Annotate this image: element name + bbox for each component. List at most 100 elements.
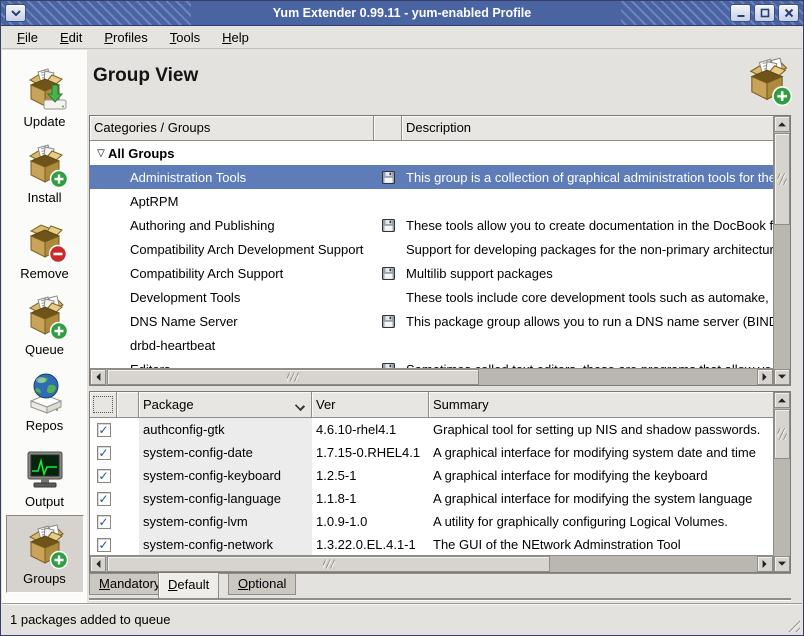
sidebar-item-remove[interactable]: Remove xyxy=(6,211,84,287)
package-checkbox[interactable]: ✓ xyxy=(97,492,111,506)
menu-bar: File Edit Profiles Tools Help xyxy=(2,27,802,49)
close-icon xyxy=(784,9,793,18)
sidebar-label: Groups xyxy=(23,571,66,586)
maximize-icon xyxy=(760,9,769,18)
column-header-summary[interactable]: Summary xyxy=(429,392,773,418)
group-row[interactable]: Authoring and Publishing These tools all… xyxy=(90,213,773,237)
package-row[interactable]: ✓ system-config-keyboard 1.2.5-1 A graph… xyxy=(90,464,773,487)
scroll-down-button[interactable] xyxy=(774,369,790,385)
page-title: Group View xyxy=(93,65,198,87)
sidebar-item-groups[interactable]: Groups xyxy=(6,515,84,593)
install-icon xyxy=(21,141,69,189)
group-tree-vscrollbar[interactable] xyxy=(773,116,790,385)
column-header-select-all[interactable] xyxy=(90,392,117,418)
sidebar-item-output[interactable]: Output xyxy=(6,439,84,515)
window-menu-button[interactable] xyxy=(5,4,26,22)
group-view-icon xyxy=(741,55,793,107)
package-checkbox[interactable]: ✓ xyxy=(97,538,111,552)
package-table-hscrollbar[interactable] xyxy=(90,555,773,572)
package-row[interactable]: ✓ system-config-network 1.3.22.0.EL.4.1-… xyxy=(90,533,773,555)
tab-default[interactable]: Default xyxy=(158,573,219,599)
column-header-ver[interactable]: Ver xyxy=(312,392,429,418)
group-row[interactable]: DNS Name Server This package group allow… xyxy=(90,309,773,333)
menu-help[interactable]: Help xyxy=(219,28,252,47)
package-row[interactable]: ✓ authconfig-gtk 4.6.10-rhel4.1 Graphica… xyxy=(90,418,773,441)
groups-icon xyxy=(21,522,69,570)
expander-open-icon[interactable]: ▽ xyxy=(94,148,108,159)
group-row-selected[interactable]: Administration Tools This group is a col… xyxy=(90,165,773,189)
close-button[interactable] xyxy=(778,4,799,22)
package-checkbox[interactable]: ✓ xyxy=(97,515,111,529)
sidebar-label: Install xyxy=(28,190,62,205)
column-header-status[interactable] xyxy=(117,392,139,418)
maximize-button[interactable] xyxy=(754,4,775,22)
package-table-viewport: ✓ authconfig-gtk 4.6.10-rhel4.1 Graphica… xyxy=(90,418,773,555)
package-row[interactable]: ✓ system-config-language 1.1.8-1 A graph… xyxy=(90,487,773,510)
package-checkbox[interactable]: ✓ xyxy=(97,423,111,437)
floppy-icon xyxy=(382,315,395,328)
group-tree-hscrollbar[interactable] xyxy=(90,368,773,385)
scroll-up-button[interactable] xyxy=(774,116,790,132)
scroll-left-button[interactable] xyxy=(90,369,106,385)
remove-icon xyxy=(21,217,69,265)
group-tree-header: Categories / Groups Description xyxy=(90,116,773,141)
group-row-all-groups[interactable]: ▽All Groups xyxy=(90,141,773,165)
repos-icon xyxy=(21,369,69,417)
package-row[interactable]: ✓ system-config-lvm 1.0.9-1.0 A utility … xyxy=(90,510,773,533)
scroll-right-button[interactable] xyxy=(757,369,773,385)
hscroll-thumb[interactable] xyxy=(107,556,550,572)
floppy-icon xyxy=(382,171,395,184)
group-tree-viewport: ▽All Groups Administration Tools This gr… xyxy=(90,141,773,368)
menu-edit[interactable]: Edit xyxy=(57,28,85,47)
column-header-categories[interactable]: Categories / Groups xyxy=(90,116,374,141)
sort-descending-icon xyxy=(296,401,304,409)
vscroll-thumb[interactable] xyxy=(774,133,790,225)
scroll-up-button[interactable] xyxy=(774,392,790,408)
sidebar: Update Install Remove xyxy=(2,50,87,605)
update-icon xyxy=(21,65,69,113)
tab-optional[interactable]: Optional xyxy=(228,574,296,595)
group-row[interactable]: AptRPM xyxy=(90,189,773,213)
sidebar-label: Update xyxy=(24,114,66,129)
menu-file[interactable]: File xyxy=(14,28,41,47)
column-header-description[interactable]: Description xyxy=(402,116,773,141)
main-content: Group View Categories / Groups Descripti… xyxy=(87,49,802,603)
sidebar-item-repos[interactable]: Repos xyxy=(6,363,84,439)
minimize-button[interactable] xyxy=(730,4,751,22)
resize-grip[interactable] xyxy=(785,617,800,632)
queue-icon xyxy=(21,293,69,341)
minimize-icon xyxy=(736,9,745,18)
vscroll-thumb[interactable] xyxy=(774,409,790,459)
group-tree: Categories / Groups Description ▽All Gro… xyxy=(89,115,791,386)
package-checkbox[interactable]: ✓ xyxy=(97,469,111,483)
chevron-down-icon xyxy=(11,10,21,16)
group-row[interactable]: drbd-heartbeat xyxy=(90,333,773,357)
sidebar-label: Remove xyxy=(20,266,68,281)
menu-tools[interactable]: Tools xyxy=(167,28,203,47)
sidebar-item-queue[interactable]: Queue xyxy=(6,287,84,363)
package-table-vscrollbar[interactable] xyxy=(773,392,790,572)
scroll-left-button[interactable] xyxy=(90,556,106,572)
column-header-icon[interactable] xyxy=(374,116,402,141)
package-table: Package Ver Summary ✓ authconfig-gtk 4.6… xyxy=(89,391,791,573)
column-header-package[interactable]: Package xyxy=(139,392,312,418)
status-text: 1 packages added to queue xyxy=(10,612,170,627)
group-row[interactable]: Compatibility Arch Support Multilib supp… xyxy=(90,261,773,285)
package-row[interactable]: ✓ system-config-date 1.7.15-0.RHEL4.1 A … xyxy=(90,441,773,464)
group-row[interactable]: Editors Sometimes called text editors, t… xyxy=(90,357,773,368)
sidebar-item-install[interactable]: Install xyxy=(6,135,84,211)
sidebar-item-update[interactable]: Update xyxy=(6,59,84,135)
floppy-icon xyxy=(382,219,395,232)
group-row[interactable]: Compatibility Arch Development Support S… xyxy=(90,237,773,261)
group-row[interactable]: Development Tools These tools include co… xyxy=(90,285,773,309)
scroll-right-button[interactable] xyxy=(757,556,773,572)
menu-profiles[interactable]: Profiles xyxy=(101,28,150,47)
floppy-icon xyxy=(382,267,395,280)
package-checkbox[interactable]: ✓ xyxy=(97,446,111,460)
sidebar-label: Repos xyxy=(26,418,64,433)
sidebar-label: Output xyxy=(25,494,64,509)
app-window: Yum Extender 0.99.11 - yum-enabled Profi… xyxy=(0,0,804,636)
scroll-down-button[interactable] xyxy=(774,556,790,572)
hscroll-thumb[interactable] xyxy=(107,369,479,385)
title-bar[interactable]: Yum Extender 0.99.11 - yum-enabled Profi… xyxy=(1,1,803,26)
